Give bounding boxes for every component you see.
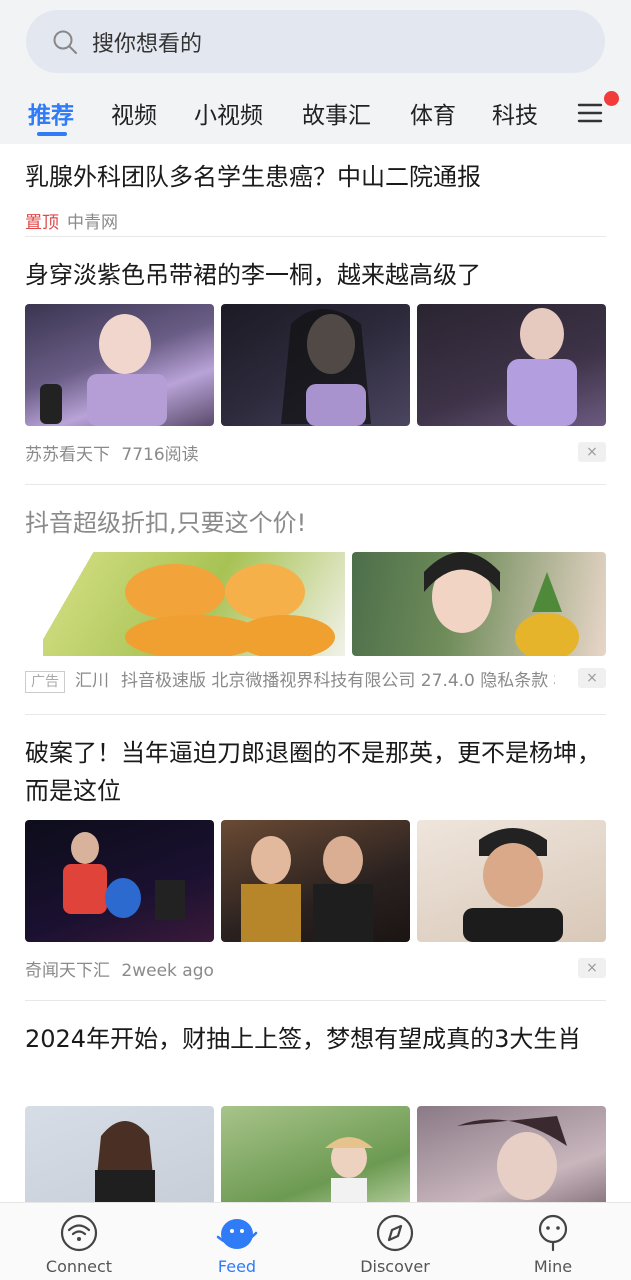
news-feed: 乳腺外科团队多名学生患癌？中山二院通报 置顶 中青网 身穿淡紫色吊带裙的李一桐，越… [0,144,631,1202]
thumbnail-figure [463,828,563,942]
search-icon [53,30,77,54]
tab-recommend[interactable]: 推荐 [28,96,74,130]
nav-label: Mine [533,1257,573,1276]
article-thumbnail[interactable] [221,820,410,942]
article-thumbnail[interactable] [25,1106,214,1202]
ad-title[interactable]: 抖音超级折扣,只要这个价! [25,504,606,542]
search-bar[interactable]: 搜你想看的 [26,10,605,73]
dismiss-button[interactable]: × [578,668,606,688]
tab-stories[interactable]: 故事汇 [302,96,371,130]
divider [25,1000,606,1001]
ad-badge: 广告 [25,671,65,693]
nav-discover[interactable]: Discover [316,1203,474,1280]
article-title[interactable]: 身穿淡紫色吊带裙的李一桐，越来越高级了 [25,256,606,294]
source-name: 苏苏看天下 [25,445,110,465]
article-thumbnail[interactable] [417,304,606,426]
person-icon [538,1214,568,1252]
thumbnail-figure [281,309,371,426]
source-name: 奇闻天下汇 [25,961,110,981]
notification-dot [604,91,619,106]
article-title[interactable]: 乳腺外科团队多名学生患癌？中山二院通报 [25,158,606,196]
menu-icon[interactable] [576,98,606,128]
article-thumbnail[interactable] [221,304,410,426]
divider [25,236,606,237]
nav-feed[interactable]: Feed [158,1203,316,1280]
thumbnail-figure [40,314,167,426]
thumbnail-figure [63,832,185,920]
article-title[interactable]: 破案了！当年逼迫刀郎退圈的不是那英，更不是杨坤，而是这位 [25,734,606,810]
list-item[interactable]: 破案了！当年逼迫刀郎退圈的不是那英，更不是杨坤，而是这位 奇闻天下汇 2week… [25,734,606,994]
compass-icon [376,1214,414,1252]
article-meta: 置顶 中青网 [25,208,118,233]
thumbnail-figure [95,1121,155,1202]
source-name: 中青网 [67,213,118,233]
article-meta: 苏苏看天下 7716阅读 [25,440,199,465]
tab-sports[interactable]: 体育 [410,96,456,130]
nav-label: Discover [360,1257,430,1276]
list-item[interactable]: 身穿淡紫色吊带裙的李一桐，越来越高级了 苏苏看天下 7716阅读 × [25,256,606,476]
fruit-graphic [25,552,335,656]
nav-label: Connect [45,1257,113,1276]
advertiser-name: 汇川 [75,671,109,691]
bottom-navigation: Connect Feed Discover Mine [0,1202,631,1280]
list-item[interactable]: 2024年开始，财抽上上签，梦想有望成真的3大生肖 [25,1020,606,1202]
publish-time: 2week ago [121,961,214,981]
active-tab-indicator [37,132,67,136]
tab-short-video[interactable]: 小视频 [194,96,263,130]
article-thumbnail[interactable] [25,304,214,426]
ad-image[interactable] [25,552,345,656]
header: 搜你想看的 推荐 视频 小视频 故事汇 体育 科技 [0,0,631,144]
thumbnail-figure [507,308,577,426]
article-thumbnail[interactable] [25,820,214,942]
read-count: 7716阅读 [121,445,199,465]
category-tabs: 推荐 视频 小视频 故事汇 体育 科技 [0,92,631,136]
search-placeholder: 搜你想看的 [92,32,203,57]
nav-mine[interactable]: Mine [474,1203,631,1280]
article-thumbnail[interactable] [417,820,606,942]
article-thumbnail[interactable] [417,1106,606,1202]
article-title[interactable]: 2024年开始，财抽上上签，梦想有望成真的3大生肖 [25,1020,606,1058]
ad-meta: 广告 汇川 抖音极速版 北京微播视界科技有限公司 27.4.0 隐私条款 杉 [25,666,555,693]
ad-image[interactable] [352,552,606,656]
thumbnail-figure [325,1137,373,1202]
dismiss-button[interactable]: × [578,442,606,462]
dismiss-button[interactable]: × [578,958,606,978]
thumbnail-figure [457,1116,567,1200]
person-pineapple-graphic [424,552,579,656]
ad-item[interactable]: 抖音超级折扣,只要这个价! 广告 汇川 抖音极速版 北京微播视界科技有限公司 27.… [25,504,606,694]
thumbnail-figure [241,836,373,942]
wifi-icon [60,1214,98,1252]
divider [25,714,606,715]
pinned-label: 置顶 [25,213,59,233]
article-meta: 奇闻天下汇 2week ago [25,956,214,981]
article-thumbnail[interactable] [221,1106,410,1202]
ad-details[interactable]: 抖音极速版 北京微播视界科技有限公司 27.4.0 隐私条款 杉 [121,671,555,691]
tab-video[interactable]: 视频 [111,96,157,130]
divider [25,484,606,485]
nav-label: Feed [217,1257,257,1276]
nav-connect[interactable]: Connect [0,1203,158,1280]
list-item[interactable]: 乳腺外科团队多名学生患癌？中山二院通报 置顶 中青网 [25,158,606,238]
feed-face-icon [216,1219,258,1249]
tab-tech[interactable]: 科技 [492,96,538,130]
